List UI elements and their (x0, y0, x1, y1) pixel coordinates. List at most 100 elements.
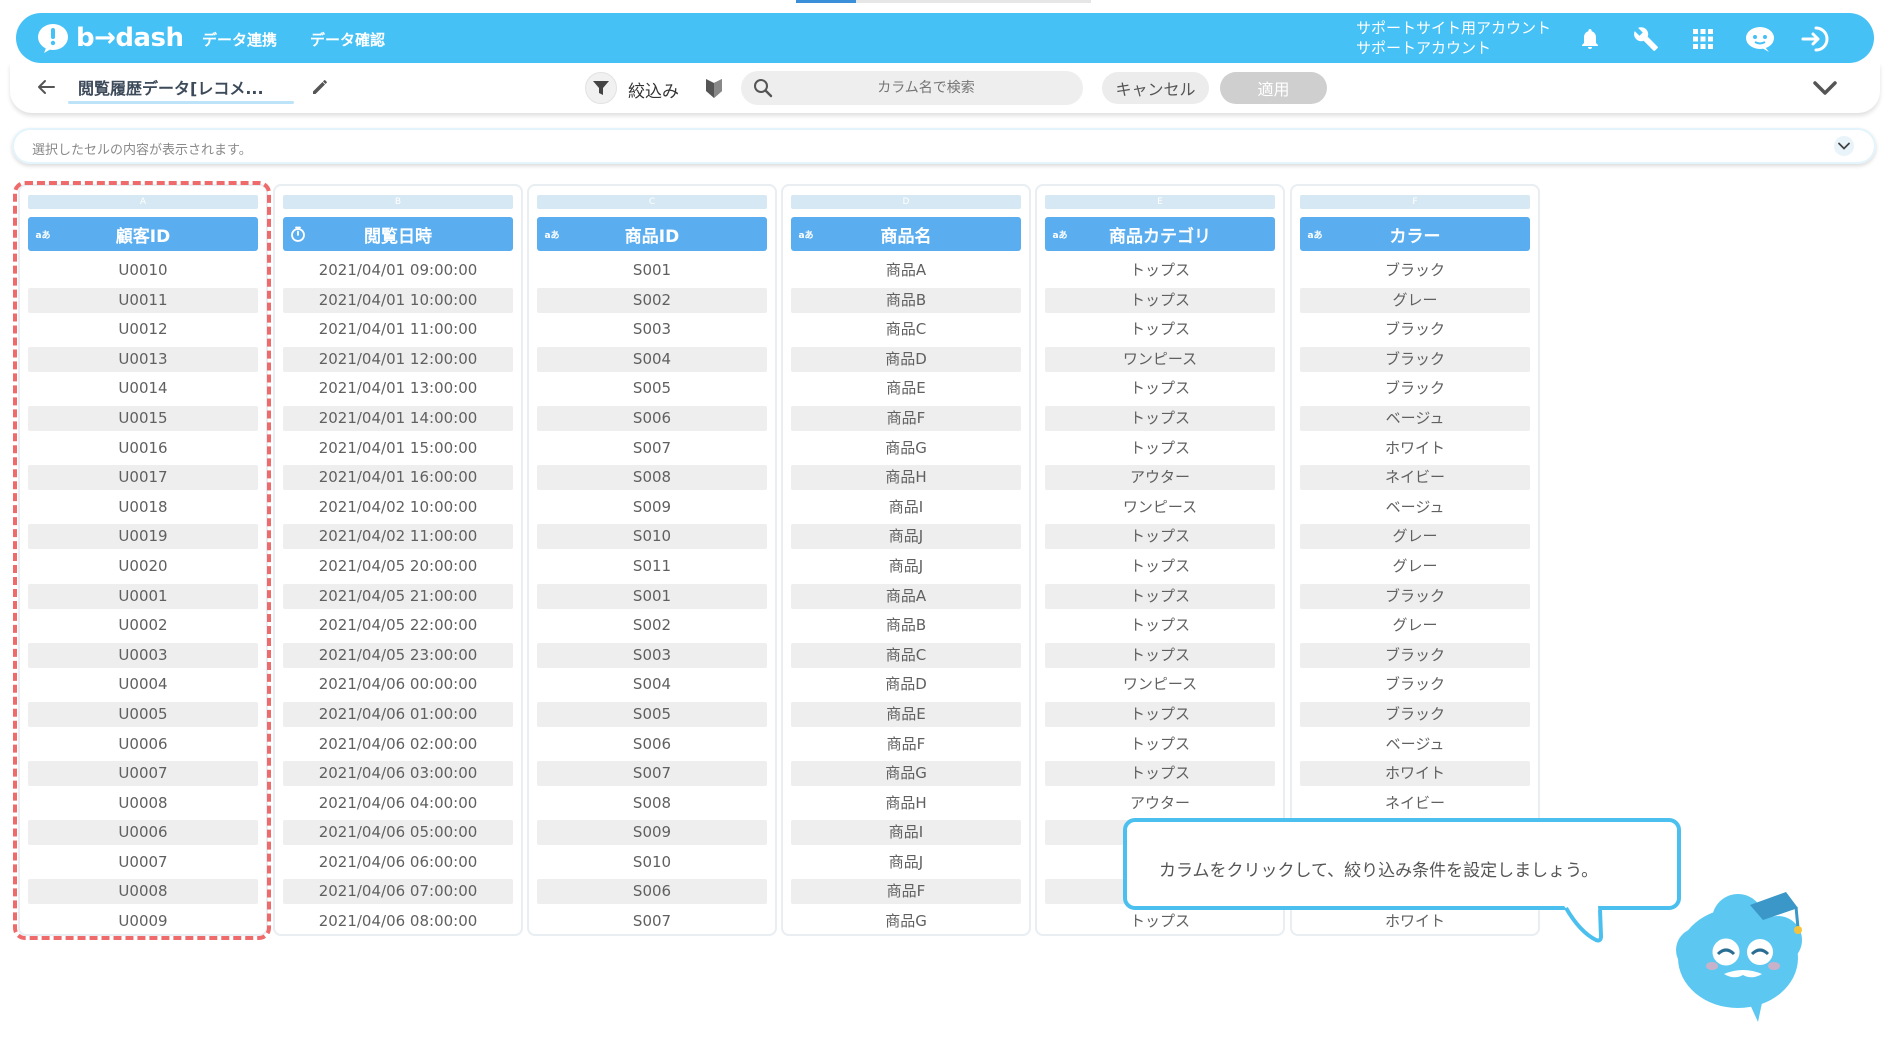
table-cell[interactable]: 商品E (791, 376, 1021, 401)
table-cell[interactable]: S004 (537, 672, 767, 697)
table-cell[interactable]: 2021/04/06 08:00:00 (283, 909, 513, 934)
table-cell[interactable]: 2021/04/01 10:00:00 (283, 287, 513, 313)
table-cell[interactable]: U0014 (28, 376, 258, 401)
table-cell[interactable]: トップス (1045, 613, 1275, 638)
table-cell[interactable]: S006 (537, 879, 767, 905)
table-cell[interactable]: 2021/04/01 12:00:00 (283, 346, 513, 372)
dataset-title[interactable]: 閲覧履歴データ[レコメ... (78, 75, 304, 99)
table-cell[interactable]: S009 (537, 495, 767, 520)
table-cell[interactable]: S002 (537, 613, 767, 638)
table-cell[interactable]: U0008 (28, 791, 258, 816)
apply-button[interactable]: 適用 (1220, 72, 1327, 104)
table-cell[interactable]: グレー (1300, 524, 1530, 550)
table-cell[interactable]: ブラック (1300, 672, 1530, 697)
table-cell[interactable]: U0006 (28, 732, 258, 757)
table-cell[interactable]: S001 (537, 258, 767, 283)
table-cell[interactable]: ホワイト (1300, 761, 1530, 787)
column-letter[interactable]: A (28, 195, 258, 209)
table-cell[interactable]: U0008 (28, 879, 258, 905)
table-cell[interactable]: U0016 (28, 436, 258, 461)
table-cell[interactable]: S009 (537, 820, 767, 846)
table-cell[interactable]: S004 (537, 346, 767, 372)
filter-icon[interactable] (585, 72, 617, 104)
table-cell[interactable]: 2021/04/01 15:00:00 (283, 436, 513, 461)
table-cell[interactable]: ホワイト (1300, 909, 1530, 934)
table-cell[interactable]: トップス (1045, 583, 1275, 609)
table-cell[interactable]: ワンピース (1045, 346, 1275, 372)
selected-cell-display[interactable]: 選択したセルの内容が表示されます。 (12, 128, 1876, 164)
table-cell[interactable]: 商品G (791, 761, 1021, 787)
table-cell[interactable]: 2021/04/05 20:00:00 (283, 554, 513, 579)
table-cell[interactable]: 2021/04/06 07:00:00 (283, 879, 513, 905)
table-cell[interactable]: トップス (1045, 761, 1275, 787)
table-cell[interactable]: 2021/04/06 05:00:00 (283, 820, 513, 846)
table-cell[interactable]: U0004 (28, 672, 258, 697)
table-cell[interactable]: ブラック (1300, 701, 1530, 727)
table-cell[interactable]: S007 (537, 436, 767, 461)
table-cell[interactable]: S008 (537, 465, 767, 491)
table-cell[interactable]: S010 (537, 524, 767, 550)
table-cell[interactable]: S008 (537, 791, 767, 816)
table-cell[interactable]: 2021/04/05 23:00:00 (283, 642, 513, 668)
table-cell[interactable]: U0011 (28, 287, 258, 313)
table-cell[interactable]: U0006 (28, 820, 258, 846)
table-cell[interactable]: U0018 (28, 495, 258, 520)
table-cell[interactable]: アウター (1045, 465, 1275, 491)
table-cell[interactable]: S001 (537, 583, 767, 609)
table-cell[interactable]: ブラック (1300, 317, 1530, 342)
table-cell[interactable]: 商品G (791, 909, 1021, 934)
table-cell[interactable]: U0013 (28, 346, 258, 372)
table-cell[interactable]: トップス (1045, 642, 1275, 668)
table-cell[interactable]: 商品B (791, 613, 1021, 638)
table-cell[interactable]: 2021/04/01 13:00:00 (283, 376, 513, 401)
table-cell[interactable]: S005 (537, 376, 767, 401)
nav-data-link[interactable]: データ連携 (202, 29, 277, 50)
beginner-mark-icon[interactable] (702, 75, 726, 101)
table-cell[interactable]: S003 (537, 317, 767, 342)
table-cell[interactable]: ブラック (1300, 583, 1530, 609)
table-cell[interactable]: 2021/04/05 22:00:00 (283, 613, 513, 638)
table-cell[interactable]: 商品I (791, 820, 1021, 846)
table-cell[interactable]: U0020 (28, 554, 258, 579)
column-header[interactable]: aあ 顧客ID (28, 217, 258, 251)
table-cell[interactable]: グレー (1300, 287, 1530, 313)
table-cell[interactable]: 商品F (791, 405, 1021, 431)
table-cell[interactable]: U0009 (28, 909, 258, 934)
cancel-button[interactable]: キャンセル (1102, 72, 1209, 104)
table-cell[interactable]: ワンピース (1045, 672, 1275, 697)
table-cell[interactable]: 商品B (791, 287, 1021, 313)
table-cell[interactable]: U0019 (28, 524, 258, 550)
table-cell[interactable]: 商品A (791, 583, 1021, 609)
column-letter[interactable]: B (283, 195, 513, 209)
table-cell[interactable]: S010 (537, 850, 767, 875)
table-cell[interactable]: ブラック (1300, 346, 1530, 372)
table-cell[interactable]: S006 (537, 732, 767, 757)
table-cell[interactable]: 商品D (791, 672, 1021, 697)
column-header[interactable]: aあ 商品ID (537, 217, 767, 251)
table-cell[interactable]: S006 (537, 405, 767, 431)
table-cell[interactable]: U0001 (28, 583, 258, 609)
chat-mascot-icon[interactable] (1744, 23, 1776, 55)
table-cell[interactable]: アウター (1045, 791, 1275, 816)
table-cell[interactable]: 2021/04/06 01:00:00 (283, 701, 513, 727)
table-cell[interactable]: トップス (1045, 376, 1275, 401)
column-letter[interactable]: C (537, 195, 767, 209)
table-cell[interactable]: トップス (1045, 554, 1275, 579)
table-cell[interactable]: グレー (1300, 613, 1530, 638)
bell-icon[interactable] (1574, 23, 1606, 55)
table-cell[interactable]: S007 (537, 761, 767, 787)
table-cell[interactable]: グレー (1300, 554, 1530, 579)
grid-icon[interactable] (1687, 23, 1719, 55)
table-cell[interactable]: トップス (1045, 405, 1275, 431)
column-search-input[interactable] (781, 71, 1071, 105)
table-cell[interactable]: 2021/04/02 10:00:00 (283, 495, 513, 520)
table-cell[interactable]: トップス (1045, 732, 1275, 757)
table-cell[interactable]: 2021/04/06 00:00:00 (283, 672, 513, 697)
table-cell[interactable]: 商品J (791, 850, 1021, 875)
table-cell[interactable]: 商品A (791, 258, 1021, 283)
column-header[interactable]: 閲覧日時 (283, 217, 513, 251)
table-cell[interactable]: S002 (537, 287, 767, 313)
table-cell[interactable]: 商品I (791, 495, 1021, 520)
table-cell[interactable]: 商品C (791, 317, 1021, 342)
column-letter[interactable]: E (1045, 195, 1275, 209)
